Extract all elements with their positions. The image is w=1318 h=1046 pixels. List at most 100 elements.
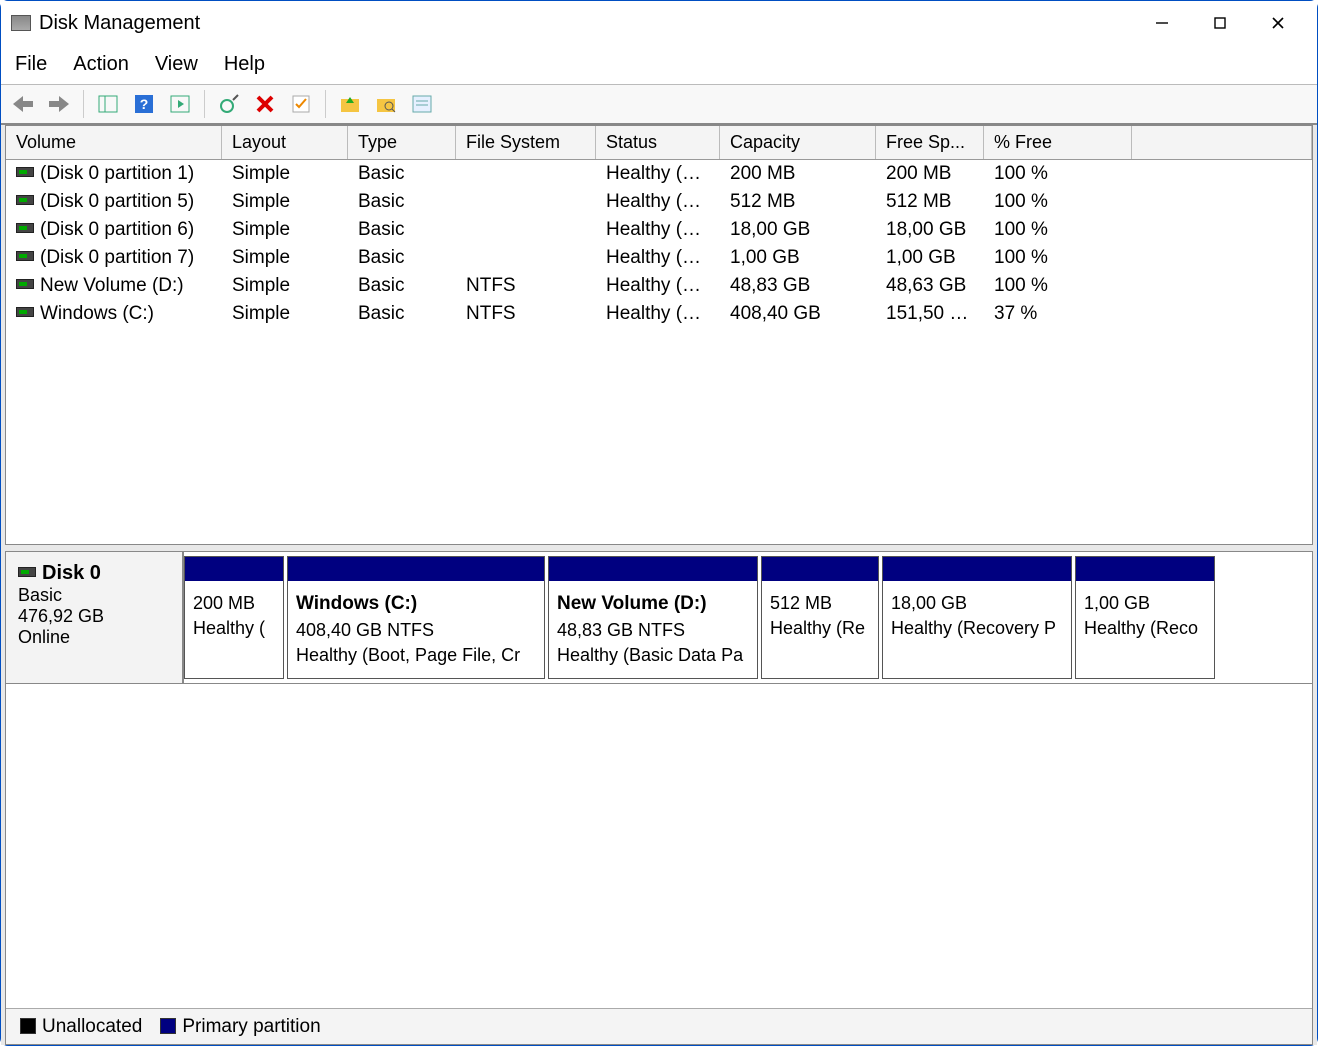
- col-capacity[interactable]: Capacity: [720, 126, 876, 159]
- col-layout[interactable]: Layout: [222, 126, 348, 159]
- cell: 48,63 GB: [876, 272, 984, 300]
- partition-status: Healthy (Basic Data Pa: [557, 645, 743, 665]
- cell: 512 MB: [876, 188, 984, 216]
- cell: Basic: [348, 272, 456, 300]
- partition-size: 18,00 GB: [891, 593, 967, 613]
- partition[interactable]: 18,00 GB Healthy (Recovery P: [882, 556, 1072, 679]
- partition-status: Healthy (: [193, 618, 265, 638]
- volume-list-body[interactable]: (Disk 0 partition 1)SimpleBasicHealthy (…: [6, 160, 1312, 544]
- volume-icon: [16, 195, 34, 205]
- app-icon: [11, 15, 31, 31]
- table-row[interactable]: (Disk 0 partition 7)SimpleBasicHealthy (…: [6, 244, 1312, 272]
- graphical-view-pane: Disk 0 Basic 476,92 GB Online 200 MB Heal…: [5, 551, 1313, 1045]
- minimize-button[interactable]: [1133, 5, 1191, 41]
- cell: Basic: [348, 160, 456, 188]
- partition[interactable]: New Volume (D:)48,83 GB NTFSHealthy (Bas…: [548, 556, 758, 679]
- cell: 151,50 GB: [876, 300, 984, 328]
- menu-action[interactable]: Action: [73, 53, 129, 76]
- col-percent[interactable]: % Free: [984, 126, 1132, 159]
- cell: Simple: [222, 272, 348, 300]
- cell: 18,00 GB: [876, 216, 984, 244]
- properties-button[interactable]: [287, 90, 315, 118]
- partition-body: 512 MB Healthy (Re: [762, 581, 878, 651]
- cell: (Disk 0 partition 6): [6, 216, 222, 244]
- partitions-container: 200 MB Healthy ( Windows (C:) 408,40 GB NTF…: [184, 552, 1312, 683]
- cell: Basic: [348, 216, 456, 244]
- table-row[interactable]: (Disk 0 partition 5)SimpleBasicHealthy (…: [6, 188, 1312, 216]
- cell: 200 MB: [720, 160, 876, 188]
- partition[interactable]: 1,00 GBHealthy (Reco: [1075, 556, 1215, 679]
- cell: Healthy (B...: [596, 272, 720, 300]
- folder-search-icon[interactable]: [372, 90, 400, 118]
- col-status[interactable]: Status: [596, 126, 720, 159]
- menu-view[interactable]: View: [155, 53, 198, 76]
- cell: 408,40 GB: [720, 300, 876, 328]
- cell: NTFS: [456, 272, 596, 300]
- col-filesystem[interactable]: File System: [456, 126, 596, 159]
- cell: 48,83 GB: [720, 272, 876, 300]
- table-row[interactable]: New Volume (D:)SimpleBasicNTFSHealthy (B…: [6, 272, 1312, 300]
- cell: Basic: [348, 300, 456, 328]
- partition-body: New Volume (D:)48,83 GB NTFSHealthy (Bas…: [549, 581, 757, 678]
- volume-icon: [16, 251, 34, 261]
- svg-text:?: ?: [140, 96, 149, 112]
- table-row[interactable]: (Disk 0 partition 6)SimpleBasicHealthy (…: [6, 216, 1312, 244]
- disk-type: Basic: [18, 585, 62, 605]
- partition-stripe: [762, 557, 878, 581]
- folder-up-icon[interactable]: [336, 90, 364, 118]
- col-spacer: [1132, 126, 1312, 159]
- partition-status: Healthy (Re: [770, 618, 865, 638]
- disk-size: 476,92 GB: [18, 606, 104, 626]
- col-volume[interactable]: Volume: [6, 126, 222, 159]
- partition[interactable]: 512 MB Healthy (Re: [761, 556, 879, 679]
- toolbar: ?: [1, 85, 1317, 125]
- close-button[interactable]: [1249, 5, 1307, 41]
- cell: New Volume (D:): [6, 272, 222, 300]
- cell: Basic: [348, 244, 456, 272]
- partition[interactable]: Windows (C:)408,40 GB NTFSHealthy (Boot,…: [287, 556, 545, 679]
- menu-help[interactable]: Help: [224, 53, 265, 76]
- volume-icon: [16, 307, 34, 317]
- cell: Simple: [222, 300, 348, 328]
- partition-size: 408,40 GB NTFS: [296, 620, 434, 640]
- partition-stripe: [1076, 557, 1214, 581]
- partition-status: Healthy (Recovery P: [891, 618, 1056, 638]
- table-row[interactable]: (Disk 0 partition 1)SimpleBasicHealthy (…: [6, 160, 1312, 188]
- cell: 1,00 GB: [876, 244, 984, 272]
- partition-title: Windows (C:): [296, 593, 417, 614]
- cell: [456, 188, 596, 216]
- cell: (Disk 0 partition 5): [6, 188, 222, 216]
- col-type[interactable]: Type: [348, 126, 456, 159]
- action-pane-button[interactable]: [166, 90, 194, 118]
- disk-row[interactable]: Disk 0 Basic 476,92 GB Online 200 MB Heal…: [6, 552, 1312, 684]
- cell: [456, 160, 596, 188]
- cell: Healthy (B...: [596, 300, 720, 328]
- cell: Windows (C:): [6, 300, 222, 328]
- table-row[interactable]: Windows (C:)SimpleBasicNTFSHealthy (B...…: [6, 300, 1312, 328]
- partition[interactable]: 200 MB Healthy (: [184, 556, 284, 679]
- disk-label[interactable]: Disk 0 Basic 476,92 GB Online: [6, 552, 184, 683]
- maximize-button[interactable]: [1191, 5, 1249, 41]
- volume-list-header: Volume Layout Type File System Status Ca…: [6, 126, 1312, 160]
- menu-file[interactable]: File: [15, 53, 47, 76]
- back-button[interactable]: [9, 90, 37, 118]
- cell: (Disk 0 partition 1): [6, 160, 222, 188]
- help-button[interactable]: ?: [130, 90, 158, 118]
- settings-list-icon[interactable]: [408, 90, 436, 118]
- show-hide-tree-button[interactable]: [94, 90, 122, 118]
- col-free[interactable]: Free Sp...: [876, 126, 984, 159]
- cell: 100 %: [984, 160, 1132, 188]
- legend-primary: Primary partition: [160, 1016, 320, 1038]
- window-controls: [1133, 5, 1307, 41]
- partition-size: 200 MB: [193, 593, 255, 613]
- partition-size: 512 MB: [770, 593, 832, 613]
- cell: 200 MB: [876, 160, 984, 188]
- cell: 1,00 GB: [720, 244, 876, 272]
- refresh-button[interactable]: [215, 90, 243, 118]
- forward-button[interactable]: [45, 90, 73, 118]
- title-bar: Disk Management: [1, 1, 1317, 45]
- delete-button[interactable]: [251, 90, 279, 118]
- volume-list-pane: Volume Layout Type File System Status Ca…: [5, 125, 1313, 545]
- partition-stripe: [549, 557, 757, 581]
- cell: Healthy (R...: [596, 216, 720, 244]
